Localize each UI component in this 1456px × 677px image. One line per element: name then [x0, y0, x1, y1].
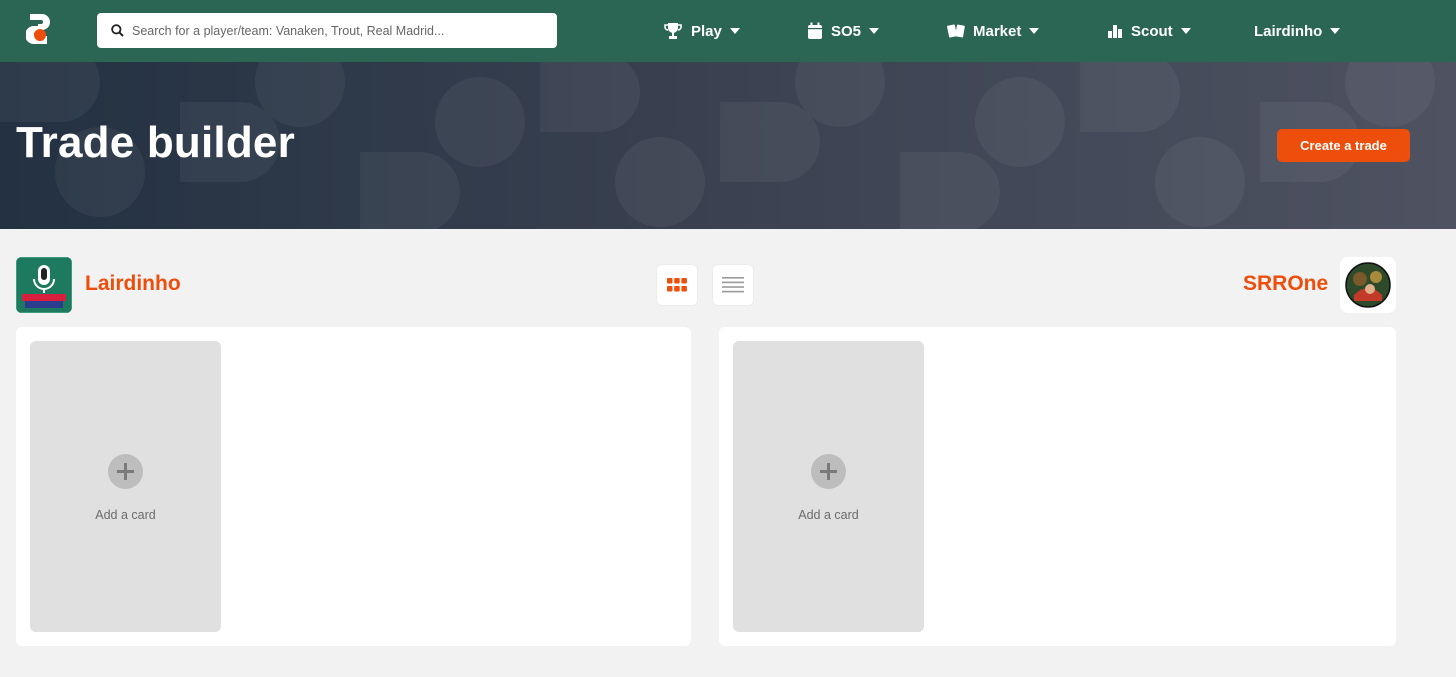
nav-market-label: Market — [973, 22, 1022, 40]
nav-so5-label: SO5 — [831, 22, 862, 40]
nav-account-menu[interactable]: Lairdinho — [1254, 0, 1341, 62]
trophy-icon — [663, 22, 683, 40]
left-add-card-slot[interactable]: Add a card — [30, 341, 221, 632]
page-title: Trade builder — [16, 118, 295, 167]
search-input[interactable] — [132, 23, 552, 38]
grid-icon — [667, 278, 687, 292]
plus-icon — [811, 454, 846, 489]
chevron-down-icon — [729, 28, 740, 34]
search-icon — [111, 24, 124, 37]
search-bar[interactable] — [97, 13, 557, 48]
cards-icon — [947, 22, 965, 40]
hero-banner: Trade builder Create a trade — [0, 62, 1456, 229]
nav-market-menu[interactable]: Market — [947, 0, 1040, 62]
bar-chart-icon — [1107, 23, 1123, 39]
nav-play-menu[interactable]: Play — [663, 0, 740, 62]
left-user-avatar[interactable] — [16, 257, 72, 313]
nav-scout-menu[interactable]: Scout — [1107, 0, 1191, 62]
plus-icon — [108, 454, 143, 489]
left-trade-panel: Add a card — [16, 327, 691, 646]
nav-account-label: Lairdinho — [1254, 22, 1323, 40]
right-add-card-label: Add a card — [798, 508, 859, 522]
chevron-down-icon — [1180, 28, 1191, 34]
grid-view-button[interactable] — [656, 264, 698, 306]
create-trade-button[interactable]: Create a trade — [1277, 129, 1410, 162]
right-user-avatar[interactable] — [1340, 257, 1396, 313]
left-username[interactable]: Lairdinho — [85, 272, 181, 296]
right-trade-panel: Add a card — [719, 327, 1396, 646]
list-view-button[interactable] — [712, 264, 754, 306]
chevron-down-icon — [869, 28, 880, 34]
nav-scout-label: Scout — [1131, 22, 1173, 40]
top-navigation-bar: Play SO5 Market — [0, 0, 1456, 62]
calendar-icon — [807, 22, 823, 40]
nav-so5-menu[interactable]: SO5 — [807, 0, 880, 62]
right-add-card-slot[interactable]: Add a card — [733, 341, 924, 632]
sorare-logo-icon[interactable] — [25, 12, 54, 46]
list-icon — [722, 277, 744, 293]
chevron-down-icon — [1029, 28, 1040, 34]
left-add-card-label: Add a card — [95, 508, 156, 522]
right-username[interactable]: SRROne — [1243, 272, 1328, 296]
nav-play-label: Play — [691, 22, 722, 40]
chevron-down-icon — [1330, 28, 1341, 34]
